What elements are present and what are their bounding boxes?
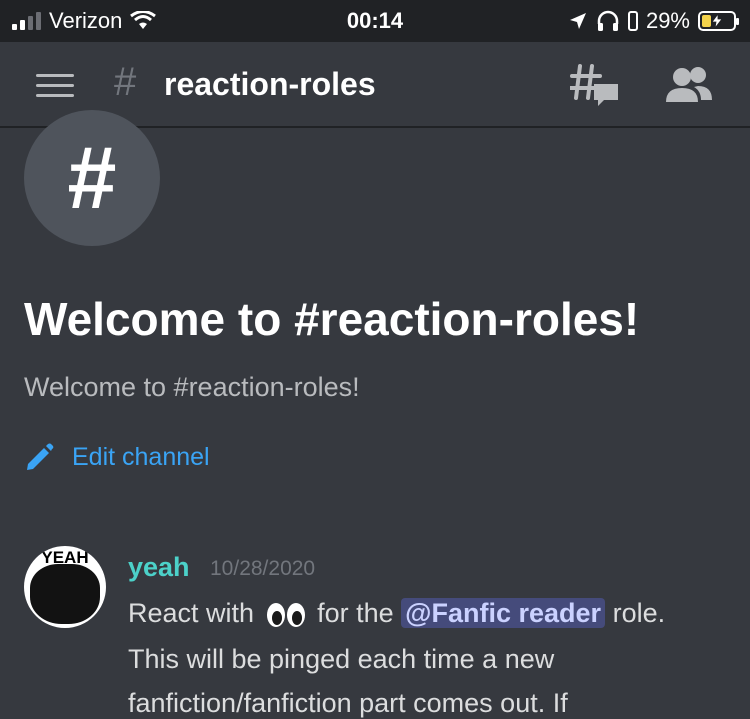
hamburger-menu-icon[interactable] [36, 74, 74, 98]
eyes-emoji-icon [266, 602, 305, 627]
pencil-icon [27, 443, 54, 470]
channel-name[interactable]: reaction-roles [164, 66, 376, 103]
battery-icon [698, 11, 739, 31]
channel-icon: # [24, 110, 160, 246]
message-line-2: This will be pinged each time a new [128, 644, 555, 674]
status-right-group: 29% [568, 8, 739, 34]
avatar[interactable]: YEAH [24, 546, 106, 628]
message-text: role. [612, 598, 666, 628]
status-bar: Verizon 00:14 29% [0, 0, 750, 42]
members-icon[interactable] [664, 66, 714, 106]
message-timestamp: 10/28/2020 [210, 557, 316, 580]
headphones-icon [597, 10, 619, 31]
threads-icon[interactable] [570, 62, 620, 108]
portrait-lock-icon [627, 11, 638, 31]
message-text: for the [317, 598, 394, 628]
avatar-text: YEAH [41, 548, 89, 567]
location-icon [569, 13, 586, 29]
welcome-title: Welcome to #reaction-roles! [24, 293, 640, 345]
message-text: React with [128, 598, 255, 628]
battery-percent: 29% [645, 8, 690, 33]
welcome-subtitle: Welcome to #reaction-roles! [24, 372, 360, 402]
message-line-1: React with for the @Fanfic reader role. [128, 598, 665, 629]
edit-channel-button[interactable]: Edit channel [24, 442, 210, 472]
role-mention[interactable]: @Fanfic reader [401, 598, 606, 628]
message-line-3: fanfiction/fanfiction part comes out. If [128, 688, 568, 718]
hash-glyph: # [67, 128, 117, 227]
edit-channel-label: Edit channel [72, 442, 210, 471]
message-author[interactable]: yeah [128, 552, 190, 583]
channel-hash-icon: # [114, 60, 137, 104]
